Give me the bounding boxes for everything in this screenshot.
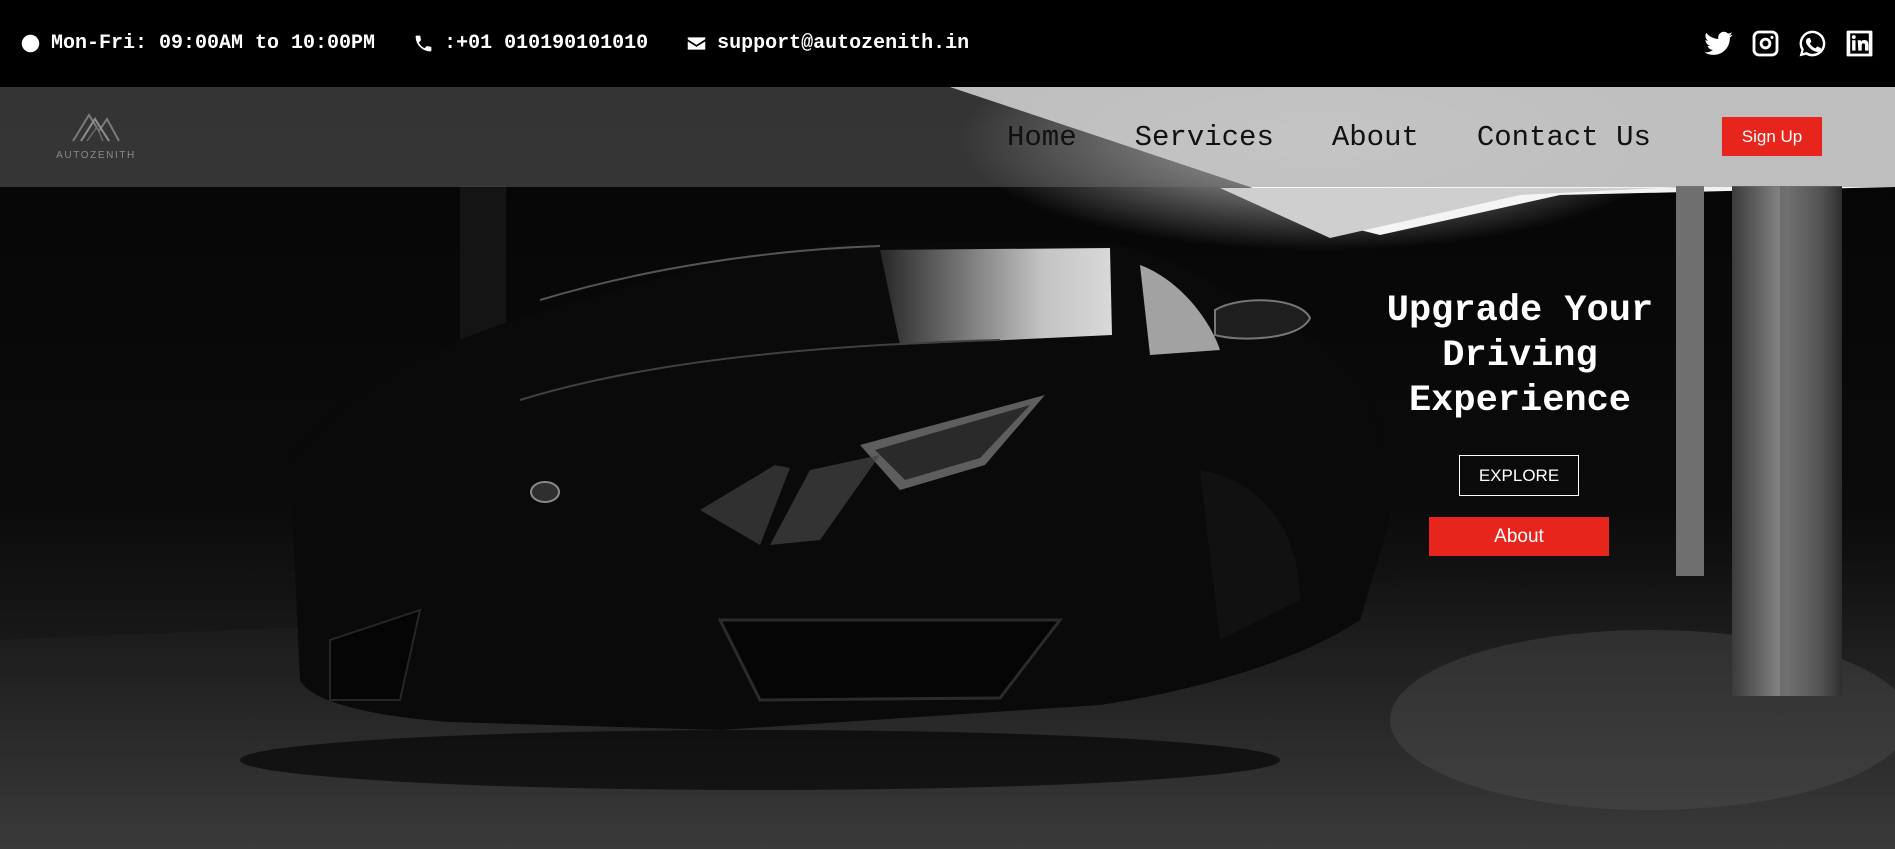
phone-info[interactable]: :+01 010190101010 <box>413 32 648 55</box>
linkedin-link[interactable] <box>1844 28 1875 59</box>
twitter-icon <box>1704 31 1733 55</box>
instagram-icon <box>1752 30 1779 57</box>
main-navbar: AUTOZENITH Home Services About Contact U… <box>0 87 1895 187</box>
sign-up-button[interactable]: Sign Up <box>1722 117 1822 156</box>
hours-info: Mon-Fri: 09:00AM to 10:00PM <box>20 32 375 55</box>
nav-links: Home Services About Contact Us <box>1007 87 1651 187</box>
nav-services[interactable]: Services <box>1135 121 1274 154</box>
envelope-icon <box>687 37 706 50</box>
brand-name: AUTOZENITH <box>56 150 136 161</box>
hero-banner <box>0 87 1895 849</box>
linkedin-icon <box>1846 30 1873 57</box>
hero-headline: Upgrade Your Driving Experience <box>1386 290 1654 422</box>
hero-car-image <box>0 87 1895 849</box>
social-links <box>1703 28 1875 59</box>
contact-info: Mon-Fri: 09:00AM to 10:00PM :+01 0101901… <box>20 32 969 55</box>
phone-text: :+01 010190101010 <box>444 32 649 55</box>
about-button[interactable]: About <box>1429 517 1609 556</box>
explore-button[interactable]: EXPLORE <box>1459 455 1579 496</box>
email-text: support@autozenith.in <box>717 32 970 55</box>
phone-icon <box>415 35 432 52</box>
top-info-bar: Mon-Fri: 09:00AM to 10:00PM :+01 0101901… <box>0 0 1895 87</box>
mountain-logo-icon <box>72 113 120 142</box>
whatsapp-link[interactable] <box>1797 28 1828 59</box>
nav-home[interactable]: Home <box>1007 121 1077 154</box>
twitter-link[interactable] <box>1703 28 1734 59</box>
whatsapp-icon <box>1799 30 1826 57</box>
brand-logo[interactable]: AUTOZENITH <box>54 105 138 171</box>
hours-text: Mon-Fri: 09:00AM to 10:00PM <box>51 32 376 55</box>
nav-about[interactable]: About <box>1332 121 1419 154</box>
email-info[interactable]: support@autozenith.in <box>686 32 969 55</box>
instagram-link[interactable] <box>1750 28 1781 59</box>
clock-icon <box>21 34 40 53</box>
nav-contact-us[interactable]: Contact Us <box>1477 121 1651 154</box>
